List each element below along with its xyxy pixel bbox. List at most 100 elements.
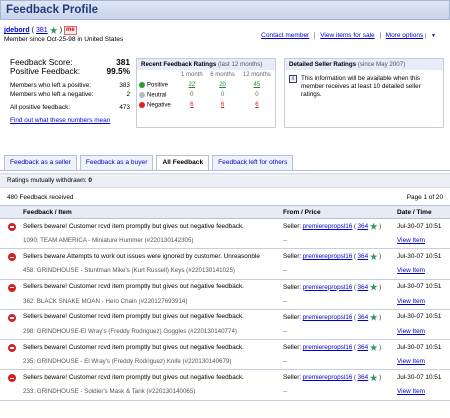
chevron-down-icon[interactable]: ▼	[425, 33, 441, 39]
seller-score-close: )	[379, 283, 382, 291]
seller-info: Seller: premierepropsl16 ( 364 )	[283, 252, 381, 261]
username-link[interactable]: jdebord	[4, 27, 30, 34]
negative-ratings-row: Negative 6 6 6	[137, 100, 275, 110]
feedback-comment: Sellers beware! Customer rcvd item promp…	[23, 313, 244, 321]
member-score-link[interactable]: 381	[36, 27, 48, 34]
column-date-time: Date / Time	[397, 209, 432, 216]
detailed-ratings-message: This information will be available when …	[301, 75, 421, 98]
all-positive-label: All positive feedback:	[10, 104, 71, 111]
green-star-icon[interactable]	[369, 313, 378, 321]
negative-12-months[interactable]: 6	[255, 102, 258, 108]
neutral-ratings-row: Neutral 0 0 0	[137, 90, 275, 100]
green-star-icon[interactable]	[369, 343, 378, 351]
positive-12-months[interactable]: 45	[254, 82, 261, 88]
positive-6-months[interactable]: 20	[219, 82, 226, 88]
tab-feedback-as-seller[interactable]: Feedback as a seller	[4, 155, 77, 170]
seller-link[interactable]: premierepropsl16	[303, 223, 353, 230]
tab-all-feedback[interactable]: All Feedback	[156, 155, 210, 171]
seller-link[interactable]: premierepropsl16	[303, 253, 353, 260]
member-actions: Contact member View items for sale More …	[256, 32, 446, 39]
green-star-icon[interactable]	[369, 252, 378, 261]
positive-row: Positive Feedback: 99.5%	[10, 67, 130, 76]
green-star-icon[interactable]	[369, 373, 378, 382]
detailed-ratings-subtitle: (since May 2007)	[357, 61, 406, 68]
recent-ratings-table: 1 month 6 months 12 months Positive 22 2…	[137, 70, 275, 110]
seller-score-link[interactable]: 364	[358, 374, 369, 381]
seller-link[interactable]: premierepropsl16	[303, 374, 353, 381]
seller-score-link[interactable]: 364	[358, 223, 369, 230]
view-item-link[interactable]: View Item	[397, 358, 425, 365]
seller-score-open: (	[353, 283, 356, 291]
positive-1-month[interactable]: 22	[189, 82, 196, 88]
feedback-item: 233: GRINDHOUSE - Soldier's Mask & Tank …	[23, 388, 196, 396]
seller-link[interactable]: premierepropsl16	[303, 344, 353, 351]
contact-member-link[interactable]: Contact member	[261, 32, 309, 39]
feedback-date: Jul-30-07 10:51	[397, 373, 442, 381]
feedback-item: 362: BLACK SNAKE MOAN - Hero Chain (#220…	[23, 297, 188, 305]
recent-ratings-subtitle: (last 12 months)	[218, 61, 263, 68]
seller-link[interactable]: premierepropsl16	[303, 314, 353, 321]
green-star-icon[interactable]	[369, 222, 378, 230]
recent-ratings-panel: Recent Feedback Ratings (last 12 months)…	[136, 58, 276, 128]
green-star-icon[interactable]	[369, 283, 378, 291]
seller-info: Seller: premierepropsl16 ( 364 )	[283, 373, 381, 382]
feedback-entry: Sellers beware! Customer rcvd item promp…	[0, 310, 450, 341]
detailed-ratings-header: Detailed Seller Ratings (since May 2007)	[285, 59, 443, 70]
seller-score-close: )	[379, 313, 382, 321]
view-item-link[interactable]: View Item	[397, 237, 425, 244]
seller-score-link[interactable]: 364	[358, 314, 369, 321]
column-1-month: 1 month	[181, 72, 203, 78]
members-positive-label: Members who left a positive:	[10, 82, 91, 89]
view-item-link[interactable]: View Item	[397, 388, 425, 395]
neutral-rating-icon	[139, 91, 145, 98]
price-placeholder: --	[283, 267, 288, 275]
recent-ratings-title: Recent Feedback Ratings	[141, 61, 217, 68]
negative-6-months[interactable]: 6	[221, 102, 224, 108]
members-negative-row: Members who left a negative: 2	[10, 91, 130, 100]
negative-ratings-label: Negative	[147, 102, 171, 109]
view-items-link[interactable]: View items for sale	[320, 32, 374, 39]
seller-link[interactable]: premierepropsl16	[303, 284, 353, 291]
view-item-link[interactable]: View Item	[397, 328, 425, 335]
more-options-link[interactable]: More options	[386, 32, 424, 39]
members-negative-value: 2	[126, 90, 130, 98]
seller-prefix: Seller:	[283, 313, 302, 321]
seller-score-link[interactable]: 364	[358, 344, 369, 351]
view-item-link[interactable]: View Item	[397, 298, 425, 305]
page-indicator: Page 1 of 20	[406, 194, 443, 201]
neutral-ratings-label: Neutral	[147, 92, 167, 99]
feedback-entry: Sellers beware! Customer rcvd item promp…	[0, 340, 450, 371]
feedback-comment: Sellers beware! Customer rcvd item promp…	[23, 343, 244, 351]
feedback-entry: Sellers beware! Customer rcvd item promp…	[0, 370, 450, 401]
positive-ratings-row: Positive 22 20 45	[137, 80, 275, 90]
feedback-entries: Sellers beware! Customer rcvd item promp…	[0, 219, 450, 401]
feedback-comment: Sellers beware! Customer rcvd item promp…	[23, 373, 244, 381]
feedback-date: Jul-30-07 10:51	[397, 252, 442, 260]
seller-score-link[interactable]: 364	[358, 284, 369, 291]
feedback-item: 235: GRINDHOUSE - El Wray's (Freddy Rodr…	[23, 358, 232, 366]
tab-feedback-left-for-others[interactable]: Feedback left for others	[212, 155, 294, 170]
seller-score-close: )	[379, 223, 382, 230]
neutral-6-months: 0	[220, 92, 225, 98]
price-placeholder: --	[283, 388, 288, 396]
feedback-date: Jul-30-07 10:51	[397, 313, 442, 321]
positive-rating-icon	[139, 81, 145, 88]
feedback-date: Jul-30-07 10:51	[397, 283, 442, 291]
green-star-icon[interactable]	[49, 26, 58, 34]
me-badge-icon[interactable]: me	[64, 26, 77, 35]
negative-rating-icon	[8, 374, 16, 383]
seller-score-open: (	[353, 253, 356, 261]
seller-score-close: )	[379, 344, 382, 352]
feedback-count-bar: 480 Feedback received Page 1 of 20	[0, 192, 450, 204]
view-item-link[interactable]: View Item	[397, 267, 425, 274]
seller-score-open: (	[353, 374, 356, 382]
feedback-entry: Sellers beware.Attempts to work out issu…	[0, 249, 450, 280]
tab-feedback-as-buyer[interactable]: Feedback as a buyer	[79, 155, 154, 170]
feedback-item: 298: GRINDHOUSE-El Wray's (Freddy Rodrig…	[23, 327, 237, 335]
negative-1-month[interactable]: 6	[190, 102, 193, 108]
member-since: Member since Oct-25-98 in United States	[4, 36, 124, 43]
seller-score-link[interactable]: 364	[358, 253, 369, 260]
feedback-count: 480 Feedback received	[7, 194, 74, 201]
price-placeholder: --	[283, 358, 288, 366]
find-out-link[interactable]: Find out what these numbers mean	[10, 117, 130, 124]
